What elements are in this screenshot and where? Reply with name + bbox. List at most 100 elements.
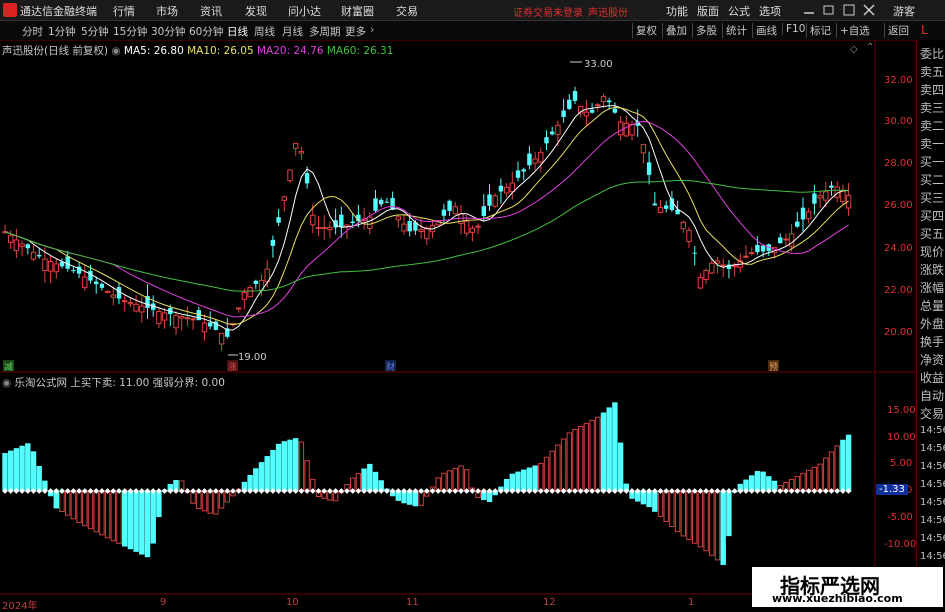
candle-body [629, 124, 635, 136]
close-icon[interactable] [863, 4, 875, 16]
side-volume[interactable]: 总量 [920, 297, 944, 314]
candle-body [755, 244, 760, 253]
chart-canvas[interactable]: 33.00 19.00 减 涨 财 预 [0, 40, 916, 609]
indicator-bar [287, 439, 293, 492]
indicator-settings-icon[interactable]: ◉ [2, 377, 11, 389]
tab-5min[interactable]: 5分钟 [81, 24, 109, 39]
btn-f10[interactable]: F10 [782, 23, 808, 35]
candle-body [538, 151, 544, 163]
candle-body [53, 263, 59, 273]
btn-add-watchlist[interactable]: +自选 [836, 23, 873, 38]
menu-wenxiaoda[interactable]: 问小达 [288, 3, 321, 19]
indicator-bar [2, 453, 8, 492]
candle-body [452, 206, 459, 215]
menu-banmian[interactable]: 版面 [697, 3, 719, 19]
menu-gongshi[interactable]: 公式 [728, 3, 750, 19]
candle-body [572, 91, 578, 101]
zero-line-marker [184, 488, 191, 494]
indicator-bar [19, 445, 25, 492]
side-sell2[interactable]: 卖二 [920, 117, 944, 134]
menu-zixun[interactable]: 资讯 [200, 3, 222, 19]
side-sell5[interactable]: 卖五 [920, 63, 944, 80]
side-earnings[interactable]: 收益 [920, 369, 944, 386]
tab-more[interactable]: 更多 [345, 24, 366, 39]
zero-line-marker [731, 488, 738, 494]
side-trade[interactable]: 交易 [920, 405, 944, 422]
btn-back[interactable]: 返回 [884, 23, 912, 38]
side-price[interactable]: 现价 [920, 243, 944, 260]
side-net-asset[interactable]: 净资 [920, 351, 944, 368]
side-buy2[interactable]: 买二 [920, 171, 944, 188]
btn-duogu[interactable]: 多股 [692, 23, 720, 38]
menu-faxian[interactable]: 发现 [245, 3, 267, 19]
side-buy4[interactable]: 买四 [920, 207, 944, 224]
candle-body [270, 239, 276, 246]
tab-daily[interactable]: 日线 [227, 24, 248, 39]
side-time-5: 14:56 [920, 497, 945, 508]
side-turnover[interactable]: 换手 [920, 333, 944, 350]
candle-body [720, 264, 726, 267]
chevron-right-icon[interactable]: › [370, 23, 374, 36]
menu-shichang[interactable]: 市场 [156, 3, 178, 19]
menu-jiaoyi[interactable]: 交易 [396, 3, 418, 19]
event-mark-jian[interactable]: 减 [4, 361, 13, 373]
candle-body [692, 252, 697, 254]
side-change-pct[interactable]: 涨幅 [920, 279, 944, 296]
side-sell1[interactable]: 卖一 [920, 135, 944, 152]
menu-xuanxiang[interactable]: 选项 [759, 3, 781, 19]
tab-30min[interactable]: 30分钟 [151, 24, 185, 39]
event-mark-zhang[interactable]: 涨 [228, 362, 237, 373]
tab-multi-period[interactable]: 多周期 [309, 24, 341, 39]
side-buy1[interactable]: 买一 [920, 153, 944, 170]
maximize-icon[interactable] [843, 4, 855, 16]
side-buy3[interactable]: 买三 [920, 189, 944, 206]
side-weibi[interactable]: 委比 [920, 45, 944, 62]
restore-icon[interactable] [823, 5, 834, 15]
indicator-bar [133, 490, 139, 552]
candle-body [795, 221, 800, 227]
side-outer[interactable]: 外盘 [920, 315, 944, 332]
menu-hangqing[interactable]: 行情 [113, 3, 135, 19]
event-mark-cai[interactable]: 财 [386, 361, 395, 373]
indicator-bars [2, 402, 852, 565]
candle-body [532, 158, 538, 164]
candle-body [697, 277, 704, 289]
login-status[interactable]: 证券交易未登录 [513, 4, 583, 19]
indicator-bar [264, 456, 270, 492]
btn-huaxian[interactable]: 画线 [752, 23, 780, 38]
tab-60min[interactable]: 60分钟 [189, 24, 223, 39]
ma-line-5 [4, 105, 849, 331]
tab-fenshi[interactable]: 分时 [22, 24, 43, 39]
menu-gongneng[interactable]: 功能 [666, 3, 688, 19]
candle-body [527, 153, 532, 166]
btn-tongji[interactable]: 统计 [722, 23, 750, 38]
indicator-bar [87, 490, 94, 530]
tab-1min[interactable]: 1分钟 [48, 24, 76, 39]
btn-diejia[interactable]: 叠加 [662, 23, 690, 38]
side-buy5[interactable]: 买五 [920, 225, 944, 242]
btn-fuquan[interactable]: 复权 [632, 23, 660, 38]
candle-body [127, 302, 134, 305]
side-auto[interactable]: 自动 [920, 387, 944, 404]
candle-body [236, 307, 242, 310]
side-sell4[interactable]: 卖四 [920, 81, 944, 98]
side-sell3[interactable]: 卖三 [920, 99, 944, 116]
candle-body [315, 227, 322, 229]
tab-monthly[interactable]: 月线 [282, 24, 303, 39]
event-mark-yu[interactable]: 预 [769, 362, 778, 373]
menu-caifuquan[interactable]: 财富圈 [341, 3, 374, 19]
candle-body [829, 185, 834, 188]
candle-body [65, 256, 70, 269]
candle-body [498, 185, 504, 192]
tab-weekly[interactable]: 周线 [254, 24, 275, 39]
user-label[interactable]: 游客 [893, 3, 915, 19]
indicator-bar [669, 490, 675, 528]
indicator-bar [760, 471, 766, 492]
indicator-bar [144, 490, 151, 558]
btn-biaoji[interactable]: 标记 [806, 23, 834, 38]
candle-body [30, 251, 37, 260]
tab-15min[interactable]: 15分钟 [113, 24, 147, 39]
indicator-bar [606, 407, 612, 492]
side-change[interactable]: 涨跌 [920, 261, 944, 278]
candle-body [88, 270, 93, 281]
